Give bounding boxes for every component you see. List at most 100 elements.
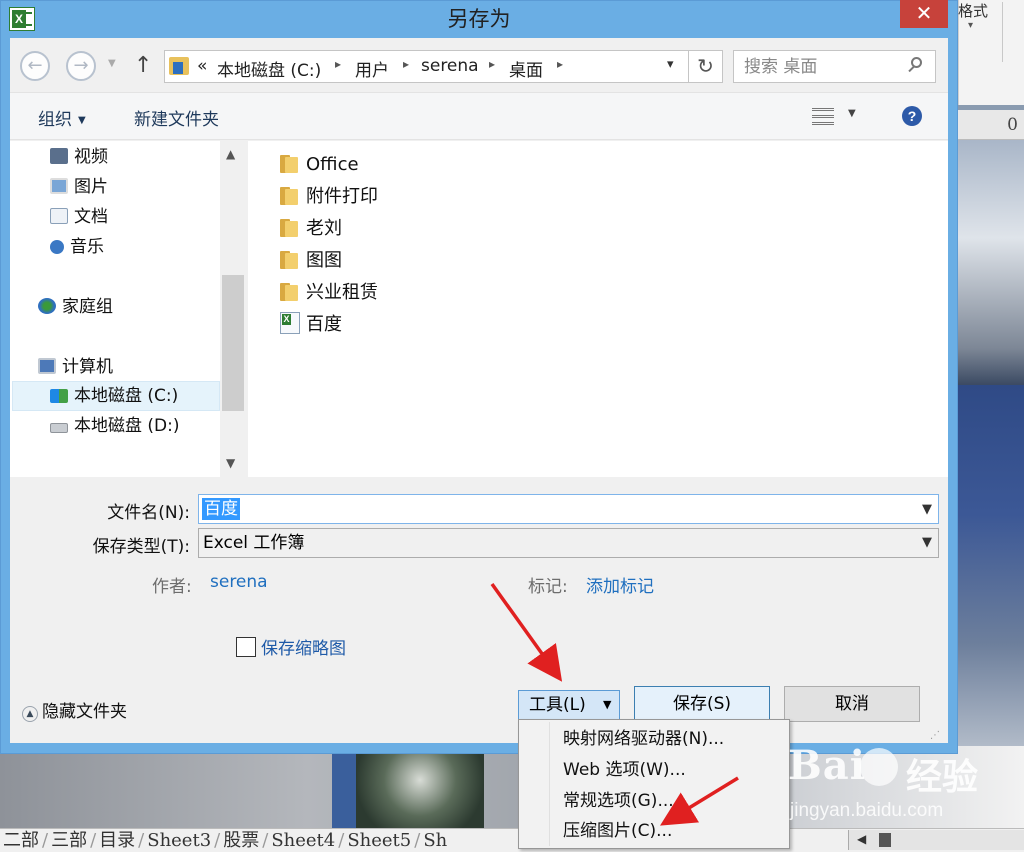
menu-item-map-network-drive[interactable]: 映射网络驱动器(N)... xyxy=(563,724,724,754)
nav-item-label: 图片 xyxy=(74,177,108,197)
filename-input-selected-text[interactable]: 百度 xyxy=(202,498,240,520)
chevron-down-icon[interactable]: ▼ xyxy=(922,529,932,557)
dialog-title: 另存为 xyxy=(447,7,511,31)
background-photo xyxy=(332,748,356,828)
nav-item-pictures[interactable]: 图片 xyxy=(50,173,108,201)
breadcrumb-users[interactable]: 用户 xyxy=(355,56,389,81)
nav-item-label: 本地磁盘 (C:) xyxy=(74,386,179,406)
folder-icon xyxy=(280,219,298,237)
search-box[interactable] xyxy=(733,50,936,83)
tools-dropdown-menu: 映射网络驱动器(N)... Web 选项(W)... 常规选项(G)... 压缩… xyxy=(518,719,790,849)
nav-item-computer[interactable]: 计算机 xyxy=(38,353,113,381)
folder-icon xyxy=(280,251,298,269)
sheet-tab[interactable]: Sheet5 xyxy=(344,830,414,851)
view-options-chevron-icon[interactable]: ▼ xyxy=(848,108,856,119)
file-item-folder[interactable]: Office xyxy=(280,151,359,179)
search-input[interactable] xyxy=(744,57,904,77)
cancel-button[interactable]: 取消 xyxy=(784,686,920,722)
new-folder-button[interactable]: 新建文件夹 xyxy=(134,105,219,130)
arrow-up-icon: ↑ xyxy=(134,53,153,78)
refresh-button[interactable]: ↻ xyxy=(689,50,723,83)
folder-icon xyxy=(280,155,298,173)
folder-icon xyxy=(280,187,298,205)
tools-button[interactable]: 工具(L) ▼ xyxy=(518,690,620,720)
file-item-folder[interactable]: 老刘 xyxy=(280,215,342,243)
sheet-tab[interactable]: Sheet4 xyxy=(268,830,338,851)
add-tags-link[interactable]: 添加标记 xyxy=(586,572,654,597)
tools-label: 工具(L) xyxy=(529,695,586,715)
file-name: 图图 xyxy=(306,250,342,271)
help-button[interactable]: ? xyxy=(902,106,922,126)
pictures-icon xyxy=(50,178,68,194)
breadcrumb-separator-icon[interactable]: ▸ xyxy=(557,57,563,71)
nav-item-drive-c[interactable]: 本地磁盘 (C:) xyxy=(50,382,178,410)
save-thumbnail-checkbox[interactable] xyxy=(236,637,256,657)
address-history-chevron-icon[interactable]: ▾ xyxy=(667,57,674,72)
menu-item-general-options[interactable]: 常规选项(G)... xyxy=(563,786,674,816)
author-value[interactable]: serena xyxy=(210,572,268,592)
back-button[interactable]: ← xyxy=(20,51,50,81)
breadcrumb-desktop[interactable]: 桌面 xyxy=(509,56,543,81)
scroll-up-icon[interactable]: ▲ xyxy=(226,147,235,161)
sheet-tab[interactable]: 股票 xyxy=(220,830,262,851)
chevron-up-icon: ▲ xyxy=(22,706,38,722)
breadcrumb-drive-c[interactable]: 本地磁盘 (C:) xyxy=(217,56,321,81)
file-item-folder[interactable]: 图图 xyxy=(280,247,342,275)
nav-item-documents[interactable]: 文档 xyxy=(50,203,108,231)
address-bar[interactable]: « 本地磁盘 (C:) ▸ 用户 ▸ serena ▸ 桌面 ▸ ▾ xyxy=(164,50,689,83)
horizontal-scrollbar[interactable]: ◀ xyxy=(848,830,1024,850)
nav-item-homegroup[interactable]: 家庭组 xyxy=(38,293,113,321)
save-button[interactable]: 保存(S) xyxy=(634,686,770,722)
nav-pane-scrollbar[interactable]: ▲ ▼ xyxy=(220,141,246,477)
breadcrumb-separator-icon[interactable]: ▸ xyxy=(489,57,495,71)
nav-item-videos[interactable]: 视频 xyxy=(50,143,108,171)
file-item-folder[interactable]: 附件打印 xyxy=(280,183,378,211)
nav-item-label: 计算机 xyxy=(62,357,113,377)
scrollbar-thumb[interactable] xyxy=(222,275,244,411)
sheet-tab[interactable]: 目录 xyxy=(96,830,138,851)
menu-item-web-options[interactable]: Web 选项(W)... xyxy=(563,755,686,785)
breadcrumb-separator-icon[interactable]: ▸ xyxy=(403,57,409,71)
forward-button[interactable]: → xyxy=(66,51,96,81)
nav-item-drive-d[interactable]: 本地磁盘 (D:) xyxy=(50,412,180,440)
organize-button[interactable]: 组织 ▼ xyxy=(38,105,86,130)
chevron-down-icon: ▼ xyxy=(78,114,86,126)
nav-item-label: 音乐 xyxy=(70,237,104,257)
scroll-down-icon[interactable]: ▼ xyxy=(226,456,235,470)
chevron-down-icon: ▼ xyxy=(603,698,612,711)
sheet-tab[interactable]: 二部 xyxy=(0,830,42,851)
chevron-down-icon[interactable]: ▼ xyxy=(922,502,932,517)
hide-folders-toggle[interactable]: ▲ 隐藏文件夹 xyxy=(22,697,127,722)
file-item-excel[interactable]: X 百度 xyxy=(280,311,342,339)
file-name: 附件打印 xyxy=(306,186,378,207)
nav-item-music[interactable]: 音乐 xyxy=(50,233,104,261)
sheet-tab[interactable]: 三部 xyxy=(48,830,90,851)
breadcrumb-overflow[interactable]: « xyxy=(197,56,207,76)
author-label: 作者: xyxy=(152,577,192,597)
filetype-select[interactable]: Excel 工作簿 ▼ xyxy=(198,528,939,558)
sheet-tab[interactable]: Sheet3 xyxy=(144,830,214,851)
close-button[interactable]: ✕ xyxy=(900,0,948,28)
watermark-url: jingyan.baidu.com xyxy=(790,800,944,821)
arrow-right-icon: → xyxy=(73,55,89,76)
save-thumbnail-label[interactable]: 保存缩略图 xyxy=(261,634,346,659)
sheet-tab[interactable]: Sh xyxy=(420,830,450,851)
nav-item-label: 家庭组 xyxy=(62,297,113,317)
watermark-logo-text: Bai xyxy=(788,742,866,789)
filename-field[interactable]: 百度 ▼ xyxy=(198,494,939,524)
excel-column-header: 0 xyxy=(958,110,1024,140)
recent-locations-caret-icon[interactable]: ▼ xyxy=(108,58,116,69)
search-icon[interactable] xyxy=(907,57,923,73)
drive-d-icon xyxy=(50,423,68,433)
scroll-left-icon[interactable]: ◀ xyxy=(857,832,866,846)
scrollbar-thumb[interactable] xyxy=(879,833,891,847)
watermark-cn-text: 经验 xyxy=(906,757,979,798)
up-one-level-button[interactable]: ↑ xyxy=(134,53,152,78)
change-view-icon[interactable] xyxy=(812,106,838,128)
file-item-folder[interactable]: 兴业租赁 xyxy=(280,279,378,307)
background-photo-tree xyxy=(356,748,484,828)
menu-item-compress-pictures[interactable]: 压缩图片(C)... xyxy=(563,816,672,846)
breadcrumb-separator-icon[interactable]: ▸ xyxy=(335,57,341,71)
breadcrumb-serena[interactable]: serena xyxy=(421,56,479,76)
filetype-value: Excel 工作簿 xyxy=(203,533,305,553)
